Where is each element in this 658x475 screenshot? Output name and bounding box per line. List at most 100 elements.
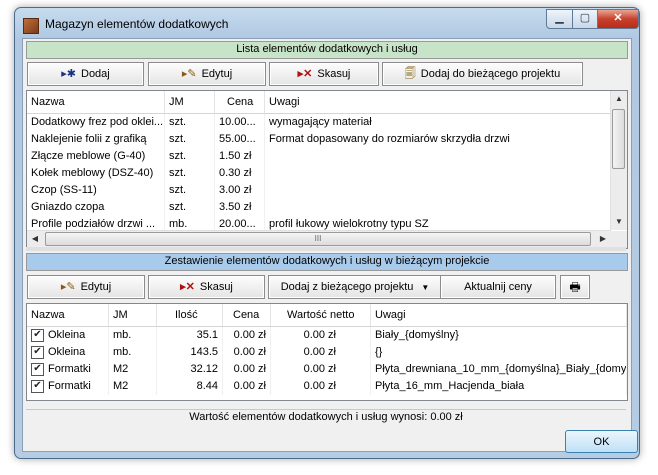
table-row[interactable]: Dodatkowy frez pod oklei... szt. 10.00..…	[27, 114, 611, 131]
row-checkbox[interactable]: ✔	[31, 328, 44, 342]
add-button[interactable]: ▸✱ Dodaj	[27, 62, 144, 86]
col-name-header[interactable]: Nazwa	[27, 304, 109, 326]
scroll-thumb-vertical[interactable]	[612, 109, 625, 169]
col-unit-header[interactable]: JM	[165, 91, 215, 113]
minimize-button[interactable]: ▁	[546, 9, 573, 29]
project-edit-button[interactable]: ▸✎ Edytuj	[27, 275, 145, 299]
col-name-header[interactable]: Nazwa	[27, 91, 165, 113]
edit-button[interactable]: ▸✎ Edytuj	[148, 62, 266, 86]
row-notes: {}	[371, 344, 627, 361]
row-name-cell: ✔ Formatki	[27, 378, 109, 395]
row-net: 0.00 zł	[271, 361, 371, 378]
project-table[interactable]: Nazwa JM Ilość Cena Wartość netto Uwagi …	[26, 303, 628, 401]
row-name: Profile podziałów drzwi ...	[27, 216, 165, 230]
row-qty: 8.44	[157, 378, 223, 395]
close-button[interactable]: ✕	[597, 9, 639, 29]
row-unit: M2	[109, 378, 157, 395]
documents-icon: 🗐	[404, 68, 416, 80]
table-row[interactable]: Kołek meblowy (DSZ-40) szt. 0.30 zł	[27, 165, 611, 182]
dialog-client: Lista elementów dodatkowych i usług ▸✱ Do…	[22, 38, 638, 453]
row-notes: Biały_{domyślny}	[371, 327, 627, 344]
row-name-cell: ✔ Okleina	[27, 327, 109, 344]
add-to-project-button[interactable]: 🗐 Dodaj do bieżącego projektu	[382, 62, 583, 86]
print-button[interactable]: 🖶	[560, 275, 590, 299]
table-row[interactable]: ✔ Okleina mb. 35.1 0.00 zł 0.00 zł Biały_…	[27, 327, 627, 344]
table-row[interactable]: Naklejenie folii z grafiką szt. 55.00...…	[27, 131, 611, 148]
splitter[interactable]	[26, 247, 626, 251]
table-row[interactable]: Profile podziałów drzwi ... mb. 20.00...…	[27, 216, 611, 230]
project-delete-button[interactable]: ▸✕ Skasuj	[148, 275, 265, 299]
row-notes: wymagający materiał	[265, 114, 611, 131]
add-icon: ▸✱	[61, 68, 76, 80]
delete-button[interactable]: ▸✕ Skasuj	[269, 62, 379, 86]
row-checkbox[interactable]: ✔	[31, 379, 44, 393]
col-price-header[interactable]: Cena	[223, 304, 271, 326]
table-row[interactable]: ✔ Formatki M2 8.44 0.00 zł 0.00 zł Płyta_…	[27, 378, 627, 395]
col-notes-header[interactable]: Uwagi	[265, 91, 611, 113]
row-notes	[265, 199, 611, 216]
row-price: 55.00...	[215, 131, 265, 148]
add-from-project-dropdown[interactable]: Dodaj z bieżącego projektu ▼	[268, 275, 442, 299]
row-notes: profil łukowy wielokrotny typu SZ	[265, 216, 611, 230]
catalog-table[interactable]: Nazwa JM Cena Uwagi Dodatkowy frez pod o…	[26, 90, 628, 249]
ok-button[interactable]: OK	[565, 430, 638, 453]
project-toolbar: ▸✎ Edytuj ▸✕ Skasuj Dodaj z bieżącego proj…	[26, 273, 626, 299]
printer-icon: 🖶	[569, 280, 581, 294]
col-price-header[interactable]: Cena	[215, 91, 265, 113]
row-unit: szt.	[165, 199, 215, 216]
pencil-icon: ▸✎	[60, 281, 76, 293]
table-row[interactable]: Złącze meblowe (G-40) szt. 1.50 zł	[27, 148, 611, 165]
project-section-header: Zestawienie elementów dodatkowych i usłu…	[26, 253, 628, 271]
row-qty: 143.5	[157, 344, 223, 361]
row-name: Czop (SS-11)	[27, 182, 165, 199]
row-price: 0.00 zł	[223, 378, 271, 395]
col-notes-header[interactable]: Uwagi	[371, 304, 627, 326]
horizontal-scrollbar[interactable]: ◀ III ▶	[27, 230, 611, 248]
row-name: Formatki	[48, 380, 91, 392]
table-row[interactable]: Gniazdo czopa szt. 3.50 zł	[27, 199, 611, 216]
row-name: Naklejenie folii z grafiką	[27, 131, 165, 148]
scroll-right-icon[interactable]: ▶	[595, 231, 611, 247]
row-qty: 35.1	[157, 327, 223, 344]
scroll-thumb-horizontal[interactable]: III	[45, 232, 591, 246]
row-net: 0.00 zł	[271, 327, 371, 344]
app-icon	[23, 18, 39, 34]
row-name: Okleina	[48, 346, 86, 358]
row-price: 10.00...	[215, 114, 265, 131]
row-price: 0.00 zł	[223, 327, 271, 344]
delete-button-label: Skasuj	[317, 68, 351, 80]
row-unit: mb.	[165, 216, 215, 230]
add-button-label: Dodaj	[81, 68, 110, 80]
row-name: Okleina	[48, 329, 86, 341]
update-prices-label: Aktualnij ceny	[464, 281, 532, 293]
row-notes	[265, 165, 611, 182]
delete-icon: ▸✕	[180, 281, 195, 293]
table-row[interactable]: ✔ Formatki M2 32.12 0.00 zł 0.00 zł Płyta…	[27, 361, 627, 378]
col-net-header[interactable]: Wartość netto	[271, 304, 371, 326]
scroll-left-icon[interactable]: ◀	[27, 231, 43, 247]
row-price: 3.50 zł	[215, 199, 265, 216]
table-row[interactable]: Czop (SS-11) szt. 3.00 zł	[27, 182, 611, 199]
update-prices-button[interactable]: Aktualnij ceny	[440, 275, 556, 299]
scroll-down-icon[interactable]: ▼	[611, 214, 627, 230]
row-name: Gniazdo czopa	[27, 199, 165, 216]
row-price: 0.00 zł	[223, 344, 271, 361]
catalog-toolbar: ▸✱ Dodaj ▸✎ Edytuj ▸✕ Skasuj 🗐 Dodaj do bież…	[26, 60, 626, 86]
row-checkbox[interactable]: ✔	[31, 362, 44, 376]
table-row[interactable]: ✔ Okleina mb. 143.5 0.00 zł 0.00 zł {}	[27, 344, 627, 361]
maximize-button[interactable]: ▢	[572, 9, 598, 29]
row-price: 3.00 zł	[215, 182, 265, 199]
vertical-scrollbar[interactable]: ▲ ▼	[610, 91, 627, 230]
row-name: Dodatkowy frez pod oklei...	[27, 114, 165, 131]
row-net: 0.00 zł	[271, 344, 371, 361]
col-qty-header[interactable]: Ilość	[157, 304, 223, 326]
row-notes: Format dopasowany do rozmiarów skrzydła …	[265, 131, 611, 148]
row-name: Złącze meblowe (G-40)	[27, 148, 165, 165]
title-bar[interactable]: Magazyn elementów dodatkowych ▁ ▢ ✕	[15, 8, 639, 38]
edit-button-label: Edytuj	[201, 68, 233, 80]
catalog-section-header: Lista elementów dodatkowych i usług	[26, 41, 628, 59]
project-edit-label: Edytuj	[80, 281, 112, 293]
col-unit-header[interactable]: JM	[109, 304, 157, 326]
row-checkbox[interactable]: ✔	[31, 345, 44, 359]
scroll-up-icon[interactable]: ▲	[611, 91, 627, 107]
